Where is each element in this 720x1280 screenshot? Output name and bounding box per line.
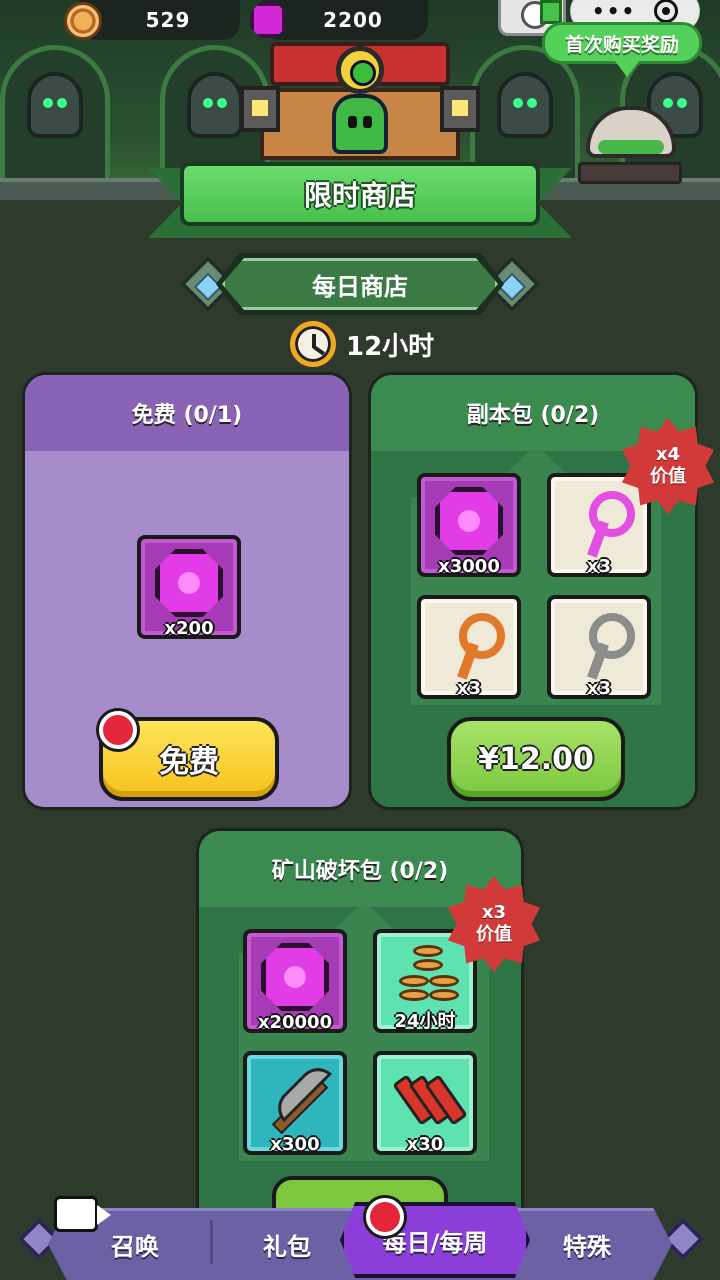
pot-stand [578, 162, 682, 184]
ghost-icon [187, 72, 243, 138]
dynamite-icon [392, 1071, 468, 1127]
gem-counter: 2200 [262, 0, 428, 40]
pickaxe-reward-slot[interactable]: x300 [243, 1051, 347, 1155]
tab-special-label: 特殊 [563, 1232, 611, 1261]
coin-count: 529 [145, 8, 191, 32]
close-icon[interactable] [654, 0, 679, 23]
gem-icon [155, 549, 223, 617]
ghost-icon [497, 72, 553, 138]
pink-key-icon [569, 491, 635, 553]
refresh-timer: 12小时 [290, 320, 434, 368]
daily-shop-title-text: 每日商店 [312, 272, 408, 301]
item-quantity: x20000 [257, 1012, 333, 1033]
coin-counter: 529 [80, 0, 240, 40]
eye-emblem-icon [336, 46, 384, 94]
item-quantity: x3 [586, 556, 612, 577]
value-badge-multiplier: x3 [481, 901, 507, 923]
gray-key-reward-slot[interactable]: x3 [547, 595, 651, 699]
value-badge-label: 价值 [476, 924, 512, 945]
tab-summon-label: 召唤 [111, 1232, 159, 1261]
item-quantity: x300 [270, 1134, 320, 1155]
daily-shop-title: 每日商店 [222, 258, 498, 310]
free-pack-title: 免费 (0/1) [131, 403, 243, 428]
price-label: ¥12.00 [478, 741, 594, 777]
gem-reward-slot[interactable]: x3000 [417, 473, 521, 577]
item-quantity: x3 [456, 678, 482, 699]
tombstone-arch [0, 45, 110, 195]
mine-pack-title: 矿山破坏包 (0/2) [271, 859, 449, 884]
orange-key-reward-slot[interactable]: x3 [417, 595, 521, 699]
nav-divider [210, 1220, 213, 1264]
tab-special[interactable]: 特殊 [514, 1212, 660, 1276]
gem-count: 2200 [323, 8, 383, 32]
notification-dot [366, 1198, 404, 1236]
gem-icon [435, 487, 503, 555]
gem-reward-slot[interactable]: x200 [137, 535, 241, 639]
limited-shop-title-text: 限时商店 [303, 179, 416, 212]
limited-shop-title: 限时商店 [180, 162, 540, 226]
pickaxe-icon [263, 1067, 333, 1137]
lantern-icon [440, 86, 480, 132]
item-quantity: x30 [406, 1134, 444, 1155]
video-icon [54, 1196, 111, 1232]
item-quantity: x3 [586, 678, 612, 699]
item-quantity: x200 [164, 618, 214, 639]
first-buy-reward-label: 首次购买奖励 [564, 33, 679, 56]
coin-stack-icon [393, 945, 463, 1009]
free-pack-card: 免费 (0/1) x200 免费 [22, 372, 352, 810]
lantern-icon [240, 86, 280, 132]
item-quantity: x3000 [438, 556, 500, 577]
more-button[interactable]: ••• [592, 0, 636, 23]
dynamite-reward-slot[interactable]: x30 [373, 1051, 477, 1155]
claim-free-button-label: 免费 [159, 745, 219, 780]
value-badge-label: 价值 [650, 466, 686, 487]
goblin-merchant-icon [332, 94, 388, 154]
notification-dot [99, 711, 137, 749]
dungeon-pack-title: 副本包 (0/2) [466, 403, 600, 428]
gem-reward-slot[interactable]: x20000 [243, 929, 347, 1033]
tab-gift-packs-label: 礼包 [263, 1232, 311, 1261]
gray-key-icon [569, 613, 635, 675]
first-buy-reward-bubble[interactable]: 首次购买奖励 [542, 22, 702, 77]
buy-dungeon-pack-button[interactable]: ¥12.00 [447, 717, 625, 801]
card-title: 免费 (0/1) [25, 375, 349, 451]
bottom-navigation: 召唤 礼包 每日/每周 特殊 [0, 1196, 720, 1280]
gift-icon[interactable] [540, 0, 562, 24]
tab-gift-packs[interactable]: 礼包 [214, 1212, 360, 1276]
ghost-icon [27, 72, 83, 138]
merchant-booth [240, 28, 480, 168]
clock-icon [290, 321, 336, 367]
pink-key-reward-slot[interactable]: x3 [547, 473, 651, 577]
timer-text: 12小时 [346, 331, 435, 362]
orange-key-icon [439, 613, 505, 675]
item-quantity: 24小时 [394, 1011, 456, 1032]
gem-icon [261, 943, 329, 1011]
value-badge-multiplier: x4 [655, 443, 681, 465]
coin-icon [64, 2, 102, 40]
